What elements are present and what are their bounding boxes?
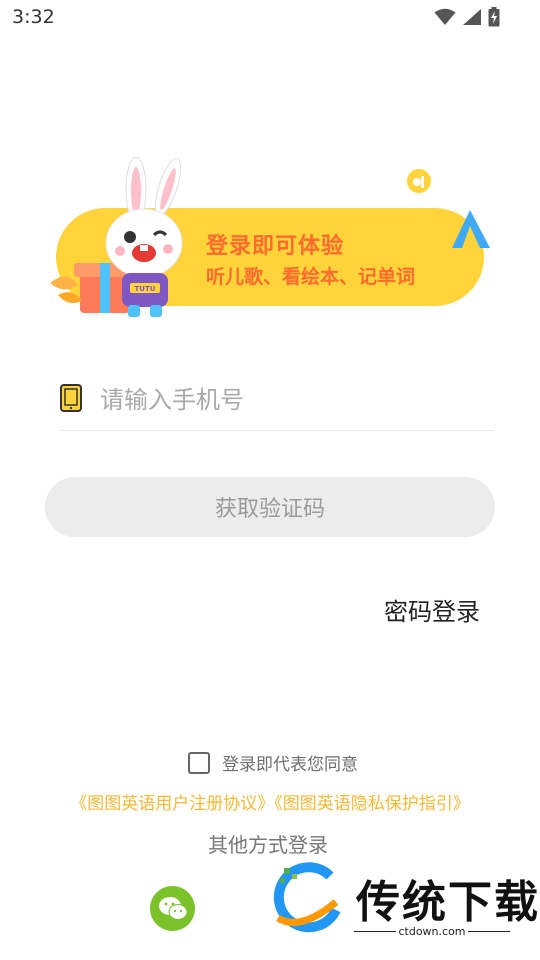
phone-number-input[interactable] xyxy=(100,380,480,420)
status-time: 3:32 xyxy=(12,6,55,28)
watermark-logo xyxy=(273,862,341,933)
phone-input-underline xyxy=(60,430,494,431)
agreement-checkbox[interactable] xyxy=(188,751,210,774)
status-icons xyxy=(434,7,500,27)
letter-a-large-decoration xyxy=(452,210,490,248)
wechat-login-button[interactable] xyxy=(150,886,195,931)
battery-charging-icon xyxy=(488,7,500,27)
watermark-divider-right xyxy=(468,931,510,932)
letter-a-small-decoration xyxy=(407,169,431,193)
agreement-row: 登录即代表您同意 xyxy=(188,750,358,775)
agreement-links: 《图图英语用户注册协议》《图图英语隐私保护指引》 xyxy=(0,789,540,814)
password-login-link[interactable]: 密码登录 xyxy=(384,592,480,627)
agreement-text: 登录即代表您同意 xyxy=(222,755,358,775)
cell-signal-icon xyxy=(463,9,481,25)
banner-subline: 听儿歌、看绘本、记单词 xyxy=(206,266,416,288)
mascot-shirt-text: TUTU xyxy=(135,285,156,293)
phone-icon xyxy=(60,384,82,412)
bunny-mascot-illustration: TUTU xyxy=(50,156,183,317)
watermark-title: 传统下载 xyxy=(356,877,540,928)
banner-headline: 登录即可体验 xyxy=(206,234,345,259)
privacy-policy-link[interactable]: 《图图英语隐私保护指引》 xyxy=(274,794,470,814)
user-agreement-link[interactable]: 《图图英语用户注册协议》 xyxy=(70,794,274,814)
get-verification-code-button[interactable]: 获取验证码 xyxy=(45,477,495,537)
wifi-icon xyxy=(434,8,456,25)
wechat-icon xyxy=(158,896,187,920)
other-login-label: 其他方式登录 xyxy=(208,833,328,857)
